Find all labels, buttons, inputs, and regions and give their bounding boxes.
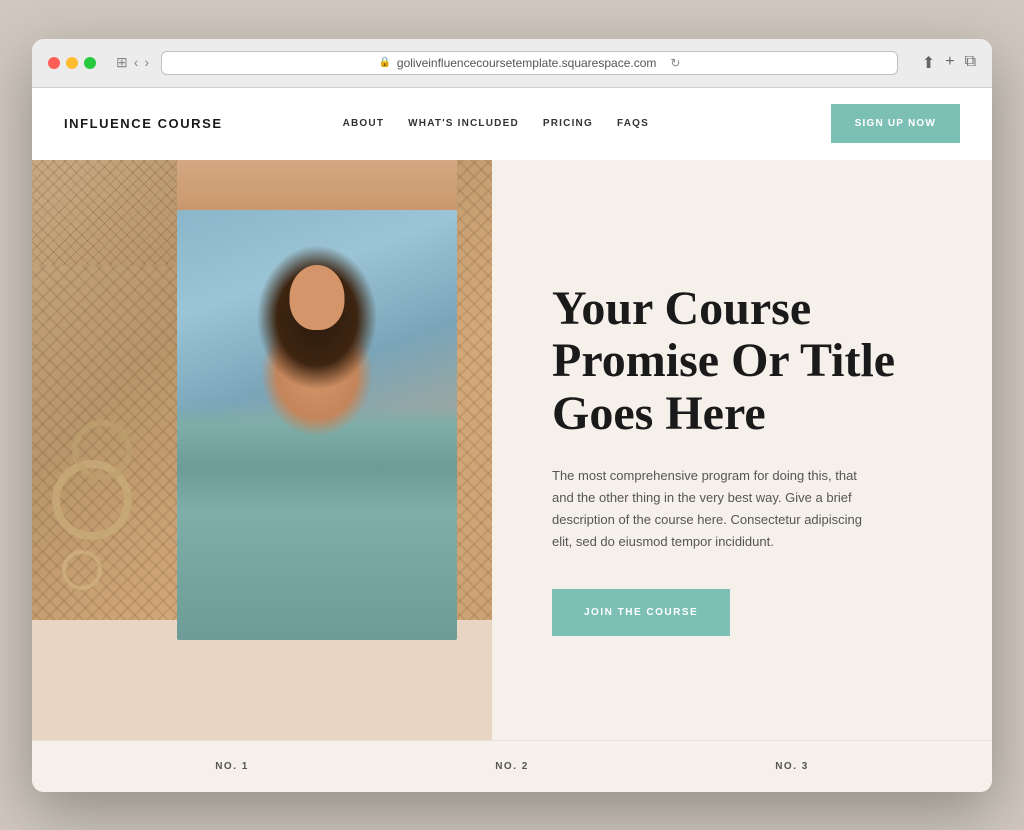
number-1: NO. 1: [215, 761, 249, 772]
traffic-light-yellow[interactable]: [66, 57, 78, 69]
nav-link-faqs[interactable]: FAQS: [617, 118, 649, 129]
number-3: NO. 3: [775, 761, 809, 772]
person-photo: [177, 210, 457, 640]
sidebar-toggle-icon[interactable]: ⊞: [116, 54, 128, 71]
lock-icon: 🔒: [378, 57, 390, 68]
tabs-icon[interactable]: ⧉: [965, 53, 976, 73]
jewelry-circle-2: [72, 420, 132, 480]
window-controls: ⊞ ‹ ›: [116, 54, 149, 71]
hero-section: Your Course Promise Or Title Goes Here T…: [32, 160, 992, 740]
new-tab-icon[interactable]: +: [945, 53, 954, 73]
bottom-numbers: NO. 1 NO. 2 NO. 3: [32, 740, 992, 792]
jewelry-circle-3: [62, 550, 102, 590]
nav-link-pricing[interactable]: PRICING: [543, 118, 593, 129]
navigation: INFLUENCE COURSE ABOUT WHAT'S INCLUDED P…: [32, 88, 992, 160]
hero-content: Your Course Promise Or Title Goes Here T…: [492, 160, 992, 740]
image-collage: [32, 160, 492, 740]
nav-link-whats-included[interactable]: WHAT'S INCLUDED: [408, 118, 519, 129]
browser-chrome: ⊞ ‹ › 🔒 goliveinfluencecoursetemplate.sq…: [32, 39, 992, 88]
reload-icon[interactable]: ↻: [670, 56, 680, 70]
hero-description: The most comprehensive program for doing…: [552, 465, 872, 553]
website-content: INFLUENCE COURSE ABOUT WHAT'S INCLUDED P…: [32, 88, 992, 792]
share-icon[interactable]: ⬆: [922, 53, 935, 73]
site-logo: INFLUENCE COURSE: [64, 116, 223, 131]
sign-up-button[interactable]: SIGN UP NOW: [831, 104, 960, 143]
address-bar[interactable]: 🔒 goliveinfluencecoursetemplate.squaresp…: [161, 51, 898, 75]
back-icon[interactable]: ‹: [134, 54, 139, 71]
traffic-light-green[interactable]: [84, 57, 96, 69]
traffic-light-red[interactable]: [48, 57, 60, 69]
url-text: goliveinfluencecoursetemplate.squarespac…: [397, 56, 656, 70]
accent-top-image: [32, 160, 177, 265]
browser-actions: ⬆ + ⧉: [922, 53, 976, 73]
nav-link-about[interactable]: ABOUT: [343, 118, 385, 129]
browser-window: ⊞ ‹ › 🔒 goliveinfluencecoursetemplate.sq…: [32, 39, 992, 792]
forward-icon[interactable]: ›: [144, 54, 149, 71]
nav-links: ABOUT WHAT'S INCLUDED PRICING FAQS: [343, 118, 831, 129]
number-2: NO. 2: [495, 761, 529, 772]
hero-title: Your Course Promise Or Title Goes Here: [552, 283, 932, 441]
traffic-lights: [48, 57, 96, 69]
join-course-button[interactable]: JOIN THE COURSE: [552, 589, 730, 636]
